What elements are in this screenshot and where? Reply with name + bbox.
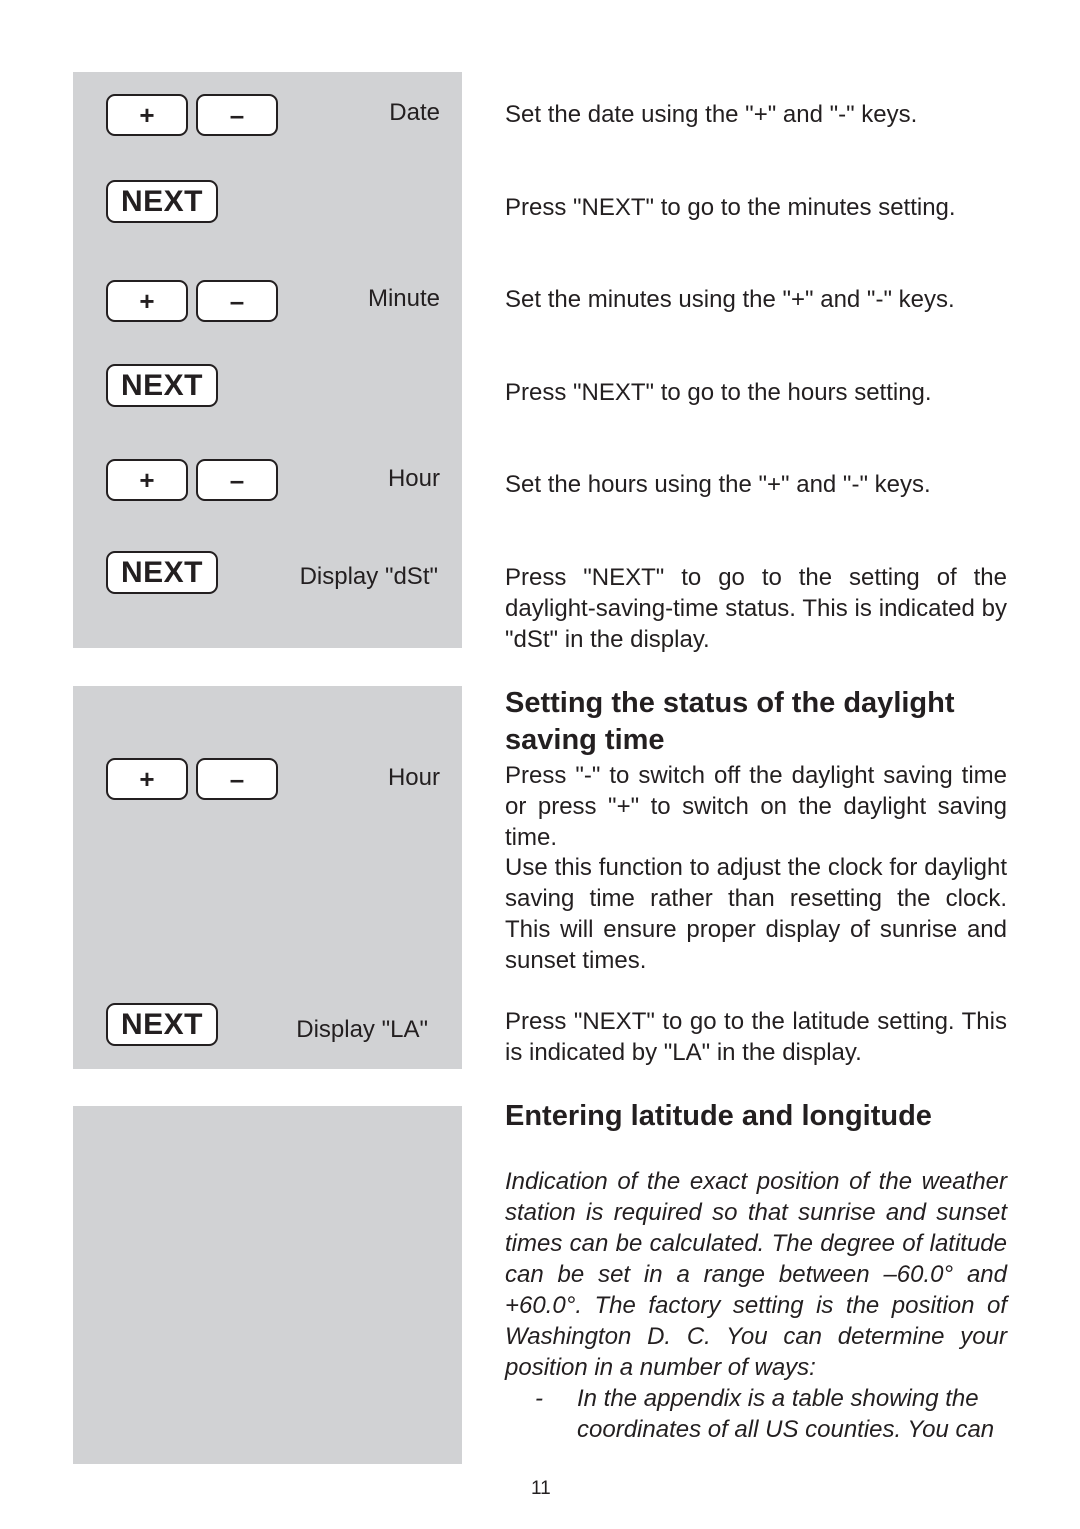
instruction-panel-1: + – Date NEXT + – Minute NEXT + – Hour N… (73, 72, 462, 648)
dst-section-heading: Setting the status of the daylight savin… (505, 687, 955, 756)
bullet-text: In the appendix is a table showing the c… (577, 1385, 995, 1443)
next-latitude-instruction: Press "NEXT" to go to the latitude setti… (505, 1008, 1007, 1066)
next-key: NEXT (106, 364, 218, 407)
display-la-label: Display "LA" (296, 1016, 428, 1043)
minus-key: – (196, 459, 278, 501)
minute-label: Minute (367, 285, 440, 312)
minus-key: – (196, 94, 278, 136)
date-label: Date (389, 99, 440, 126)
display-dst-label: Display "dSt" (299, 563, 438, 590)
hour-label: Hour (387, 465, 440, 492)
hour-label: Hour (387, 764, 440, 791)
date-instruction: Set the date using the "+" and "-" keys. (505, 101, 918, 128)
dst-instruction: Press "-" to switch off the daylight sav… (505, 762, 1007, 851)
next-dst-instruction: Press "NEXT" to go to the setting of the… (505, 564, 1007, 653)
hours-instruction: Set the hours using the "+" and "-" keys… (505, 471, 931, 498)
minus-key: – (196, 280, 278, 322)
minus-key: – (196, 758, 278, 800)
plus-key: + (106, 459, 188, 501)
page-number: 11 (531, 1478, 551, 1499)
latlong-intro: Indication of the exact position of the … (505, 1168, 1007, 1381)
next-key: NEXT (106, 1003, 218, 1046)
instruction-panel-3 (73, 1106, 462, 1464)
next-key: NEXT (106, 180, 218, 223)
next-minutes-instruction: Press "NEXT" to go to the minutes settin… (505, 194, 956, 221)
latlong-section-heading: Entering latitude and longitude (505, 1100, 932, 1132)
dst-explanation: Use this function to adjust the clock fo… (505, 854, 1007, 974)
plus-key: + (106, 758, 188, 800)
plus-key: + (106, 94, 188, 136)
instruction-panel-2: + – Hour NEXT Display "LA" (73, 686, 462, 1069)
plus-key: + (106, 280, 188, 322)
bullet-item: - In the appendix is a table showing the… (505, 1383, 1007, 1445)
bullet-dash: - (535, 1385, 543, 1412)
next-hours-instruction: Press "NEXT" to go to the hours setting. (505, 379, 932, 406)
next-key: NEXT (106, 551, 218, 594)
minutes-instruction: Set the minutes using the "+" and "-" ke… (505, 286, 955, 313)
